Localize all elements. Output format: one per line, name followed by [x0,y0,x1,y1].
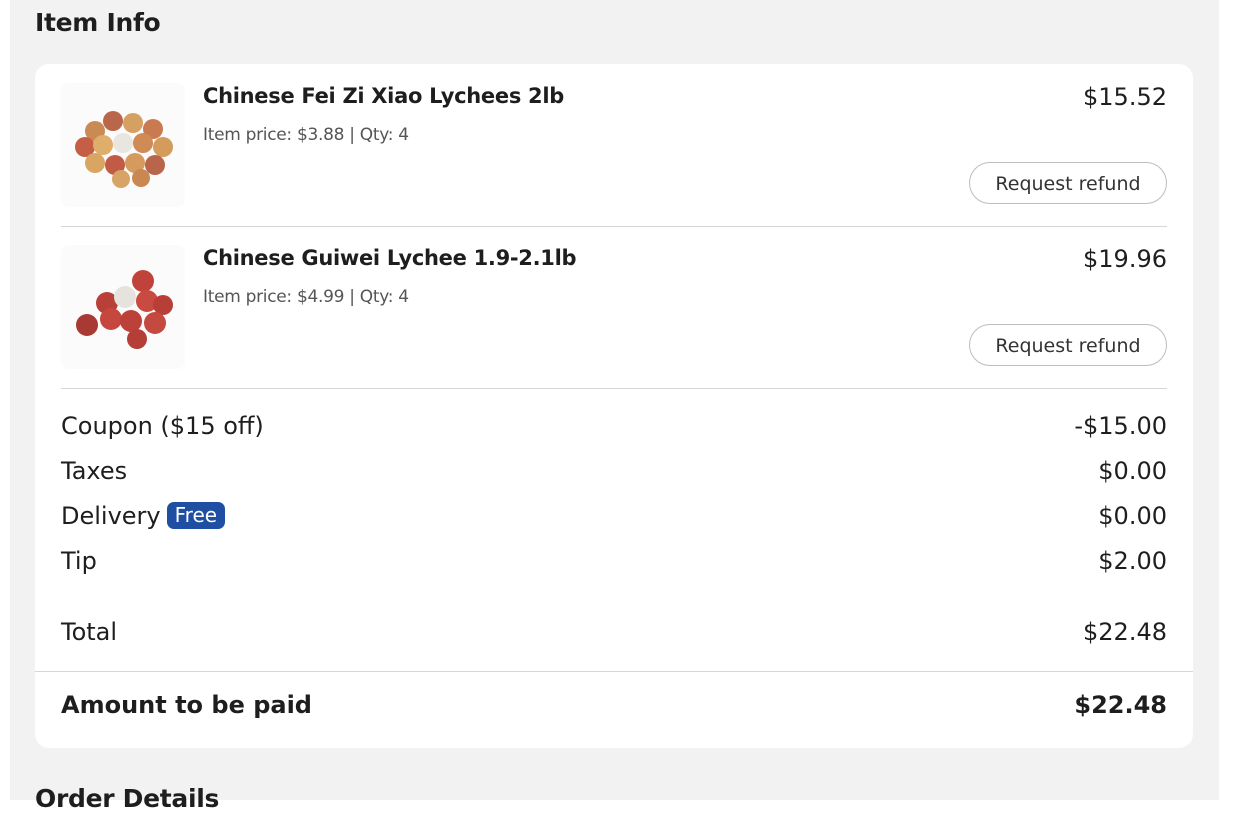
item-row: Chinese Fei Zi Xiao Lychees 2lb Item pri… [61,64,1167,227]
request-refund-button[interactable]: Request refund [969,162,1167,204]
delivery-label-group: Delivery Free [61,502,226,530]
lychee-yellow-red-image [75,111,173,188]
product-image[interactable] [61,83,185,207]
delivery-label: Delivery [61,502,161,530]
total-row: Total $22.48 [61,618,1167,654]
item-line-total: $15.52 [1083,83,1167,111]
order-details-title: Order Details [35,784,220,813]
amount-to-pay-label: Amount to be paid [61,691,312,719]
item-line-total: $19.96 [1083,245,1167,273]
tip-label: Tip [61,547,97,575]
amount-to-pay-row: Amount to be paid $22.48 [61,691,1167,727]
delivery-row: Delivery Free $0.00 [61,502,1167,538]
tip-value: $2.00 [1098,547,1167,575]
item-price-qty: Item price: $4.99 | Qty: 4 [203,287,409,307]
tip-row: Tip $2.00 [61,547,1167,583]
taxes-row: Taxes $0.00 [61,457,1167,493]
divider [35,671,1193,672]
taxes-label: Taxes [61,457,128,485]
total-label: Total [61,618,118,646]
item-name[interactable]: Chinese Fei Zi Xiao Lychees 2lb [203,84,564,108]
lychee-red-image [76,270,173,349]
coupon-label: Coupon ($15 off) [61,412,264,440]
item-name[interactable]: Chinese Guiwei Lychee 1.9-2.1lb [203,246,577,270]
amount-to-pay-value: $22.48 [1074,691,1167,719]
total-value: $22.48 [1083,618,1167,646]
item-price-qty: Item price: $3.88 | Qty: 4 [203,125,409,145]
free-delivery-badge: Free [166,502,226,529]
coupon-row: Coupon ($15 off) -$15.00 [61,412,1167,448]
order-panel: Item Info Chinese Fei Zi Xiao Lychees 2l… [10,0,1219,813]
request-refund-button[interactable]: Request refund [969,324,1167,366]
coupon-value: -$15.00 [1074,412,1167,440]
item-info-card: Chinese Fei Zi Xiao Lychees 2lb Item pri… [35,64,1193,748]
delivery-value: $0.00 [1098,502,1167,530]
item-row: Chinese Guiwei Lychee 1.9-2.1lb Item pri… [61,226,1167,389]
taxes-value: $0.00 [1098,457,1167,485]
item-info-title: Item Info [35,8,161,37]
product-image[interactable] [61,245,185,369]
